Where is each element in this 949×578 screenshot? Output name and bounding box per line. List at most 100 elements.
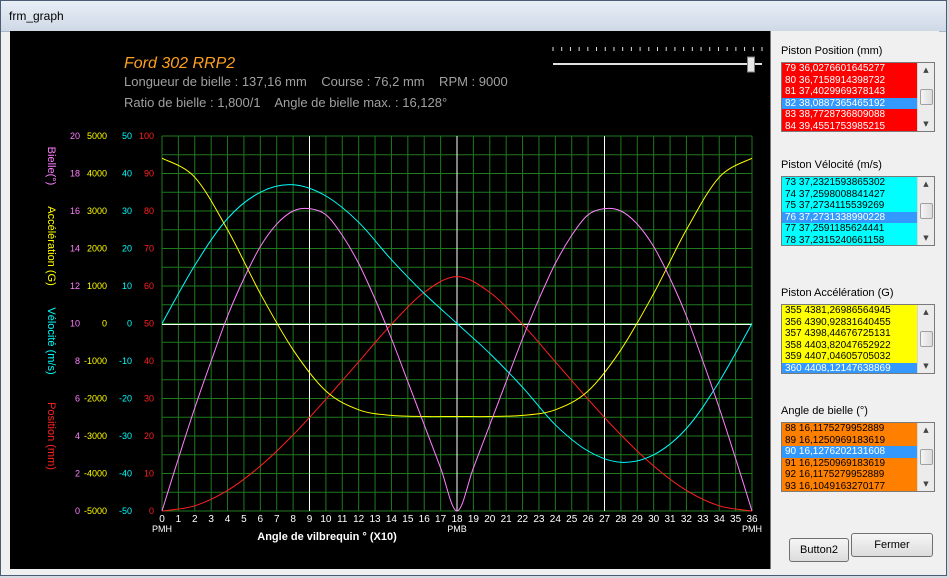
x-tick-label: 6 [258, 514, 264, 525]
list-item[interactable]: 77 37,2591185624441 [782, 223, 918, 235]
y-axis-title: Vélocité (m/s) [45, 307, 57, 374]
x-tick-label: 28 [615, 514, 627, 525]
acceleration-listbox[interactable]: 355 4381,26986564945 356 4390,92831640455… [781, 304, 935, 374]
list-item[interactable]: 79 36,0276601645277 [782, 63, 918, 75]
title-bar[interactable]: frm_graph [1, 1, 946, 32]
y-tick-label: -30 [119, 431, 132, 441]
data-panel: Piston Position (mm) 79 36,0276601645277… [771, 31, 939, 569]
list-item[interactable]: 84 39,4551753985215 [782, 120, 918, 131]
list-item[interactable]: 82 38,0887365465192 [782, 97, 918, 109]
x-tick-label: 1 [176, 514, 182, 525]
graph-panel: Ford 302 RRP2 Longueur de bielle : 137,1… [10, 31, 771, 569]
list-item[interactable]: 357 4398,44676725131 [782, 328, 918, 340]
scroll-up-icon[interactable]: ▲ [918, 177, 934, 191]
list-item[interactable]: 92 16,1175279952889 [782, 469, 918, 481]
y-tick-label: 4000 [87, 169, 107, 179]
list-item[interactable]: 83 38,7728736809088 [782, 109, 918, 121]
scroll-up-icon[interactable]: ▲ [918, 305, 934, 319]
list-item[interactable]: 91 16,1250969183619 [782, 457, 918, 469]
acceleration-list-label: Piston Accélération (G) [781, 287, 894, 299]
list-item[interactable]: 81 37,4029969378143 [782, 86, 918, 98]
list-item[interactable]: 358 4403,82047652922 [782, 339, 918, 351]
crank-slider[interactable] [552, 47, 763, 73]
x-tick-label: 5 [241, 514, 247, 525]
list-item[interactable]: 360 4408,12147638869 [782, 362, 918, 373]
scroll-up-icon[interactable]: ▲ [918, 63, 934, 77]
scroll-up-icon[interactable]: ▲ [918, 423, 934, 437]
y-tick-label: -20 [119, 394, 132, 404]
position-listbox[interactable]: 79 36,0276601645277 80 36,7158914398732 81… [781, 62, 935, 132]
scroll-thumb[interactable] [920, 203, 933, 219]
list-item[interactable]: 80 36,7158914398732 [782, 74, 918, 86]
x-tick-label: 23 [533, 514, 545, 525]
list-item[interactable]: 88 16,1175279952889 [782, 423, 918, 435]
bielle-list-rows: 88 16,1175279952889 89 16,1250969183619 90… [782, 423, 918, 491]
slider-thumb[interactable] [747, 56, 755, 73]
scroll-down-icon[interactable]: ▼ [918, 359, 934, 373]
y-tick-label: 5000 [87, 131, 107, 141]
list-item[interactable]: 76 37,2731338990228 [782, 211, 918, 223]
x-tick-label: 31 [664, 514, 676, 525]
y-tick-label: 100 [139, 131, 154, 141]
y-tick-label: 16 [70, 206, 80, 216]
list-item[interactable]: 359 4407,04605705032 [782, 351, 918, 363]
velocite-list-label: Piston Vélocité (m/s) [781, 159, 882, 171]
y-tick-label: 1000 [87, 281, 107, 291]
x-tick-label: 30 [648, 514, 660, 525]
position-list-scrollbar[interactable]: ▲ ▼ [917, 63, 934, 131]
list-item[interactable]: 73 37,2321593865302 [782, 177, 918, 189]
fermer-button[interactable]: Fermer [851, 533, 933, 557]
list-item[interactable]: 78 37,2315240661158 [782, 234, 918, 245]
x-marker-label: PMH [152, 524, 172, 534]
y-tick-label: 50 [144, 319, 154, 329]
y-tick-label: 50 [122, 131, 132, 141]
bielle-listbox[interactable]: 88 16,1175279952889 89 16,1250969183619 90… [781, 422, 935, 492]
client-area: Ford 302 RRP2 Longueur de bielle : 137,1… [10, 31, 939, 569]
y-tick-label: 20 [122, 244, 132, 254]
y-tick-label: 2000 [87, 244, 107, 254]
velocite-listbox[interactable]: 73 37,2321593865302 74 37,2598008841427 75… [781, 176, 935, 246]
x-tick-label: 11 [337, 514, 348, 525]
list-item[interactable]: 89 16,1250969183619 [782, 434, 918, 446]
app-window: frm_graph Ford 302 RRP2 Longueur de biel… [0, 0, 947, 576]
x-tick-label: 4 [225, 514, 231, 525]
x-tick-label: 32 [681, 514, 693, 525]
list-item[interactable]: 356 4390,92831640455 [782, 316, 918, 328]
scroll-down-icon[interactable]: ▼ [918, 231, 934, 245]
list-item[interactable]: 355 4381,26986564945 [782, 305, 918, 317]
list-item[interactable]: 74 37,2598008841427 [782, 188, 918, 200]
x-tick-label: 8 [290, 514, 296, 525]
y-tick-label: 8 [75, 356, 80, 366]
velocite-list-scrollbar[interactable]: ▲ ▼ [917, 177, 934, 245]
x-marker-label: PMB [447, 524, 467, 534]
y-tick-label: 70 [144, 244, 154, 254]
list-item[interactable]: 75 37,2734115539269 [782, 200, 918, 212]
y-tick-label: 0 [149, 506, 154, 516]
list-item[interactable]: 90 16,1276202131608 [782, 446, 918, 458]
y-axis-title: Accélération (G) [45, 206, 57, 285]
engine-graph: Ford 302 RRP2 Longueur de bielle : 137,1… [45, 47, 763, 543]
x-tick-label: 3 [208, 514, 214, 525]
acceleration-list-scrollbar[interactable]: ▲ ▼ [917, 305, 934, 373]
scroll-thumb[interactable] [920, 89, 933, 105]
x-marker-label: PMH [742, 524, 762, 534]
y-tick-label: 10 [144, 469, 154, 479]
scroll-thumb[interactable] [920, 331, 933, 347]
position-list-label: Piston Position (mm) [781, 45, 883, 57]
scroll-down-icon[interactable]: ▼ [918, 117, 934, 131]
graph-info-line-2: Ratio de bielle : 1,800/1 Angle de biell… [124, 95, 447, 110]
bielle-list-scrollbar[interactable]: ▲ ▼ [917, 423, 934, 491]
scroll-thumb[interactable] [920, 449, 933, 465]
y-tick-label: 40 [122, 169, 132, 179]
y-tick-label: -2000 [84, 394, 107, 404]
y-tick-label: -1000 [84, 356, 107, 366]
x-tick-label: 24 [550, 514, 562, 525]
y-tick-label: -40 [119, 469, 132, 479]
x-tick-label: 14 [386, 514, 398, 525]
x-tick-label: 29 [632, 514, 644, 525]
y-tick-label: 60 [144, 281, 154, 291]
button2-button[interactable]: Button2 [789, 538, 849, 562]
scroll-down-icon[interactable]: ▼ [918, 477, 934, 491]
y-tick-label: 6 [75, 394, 80, 404]
list-item[interactable]: 93 16,1049163270177 [782, 480, 918, 491]
